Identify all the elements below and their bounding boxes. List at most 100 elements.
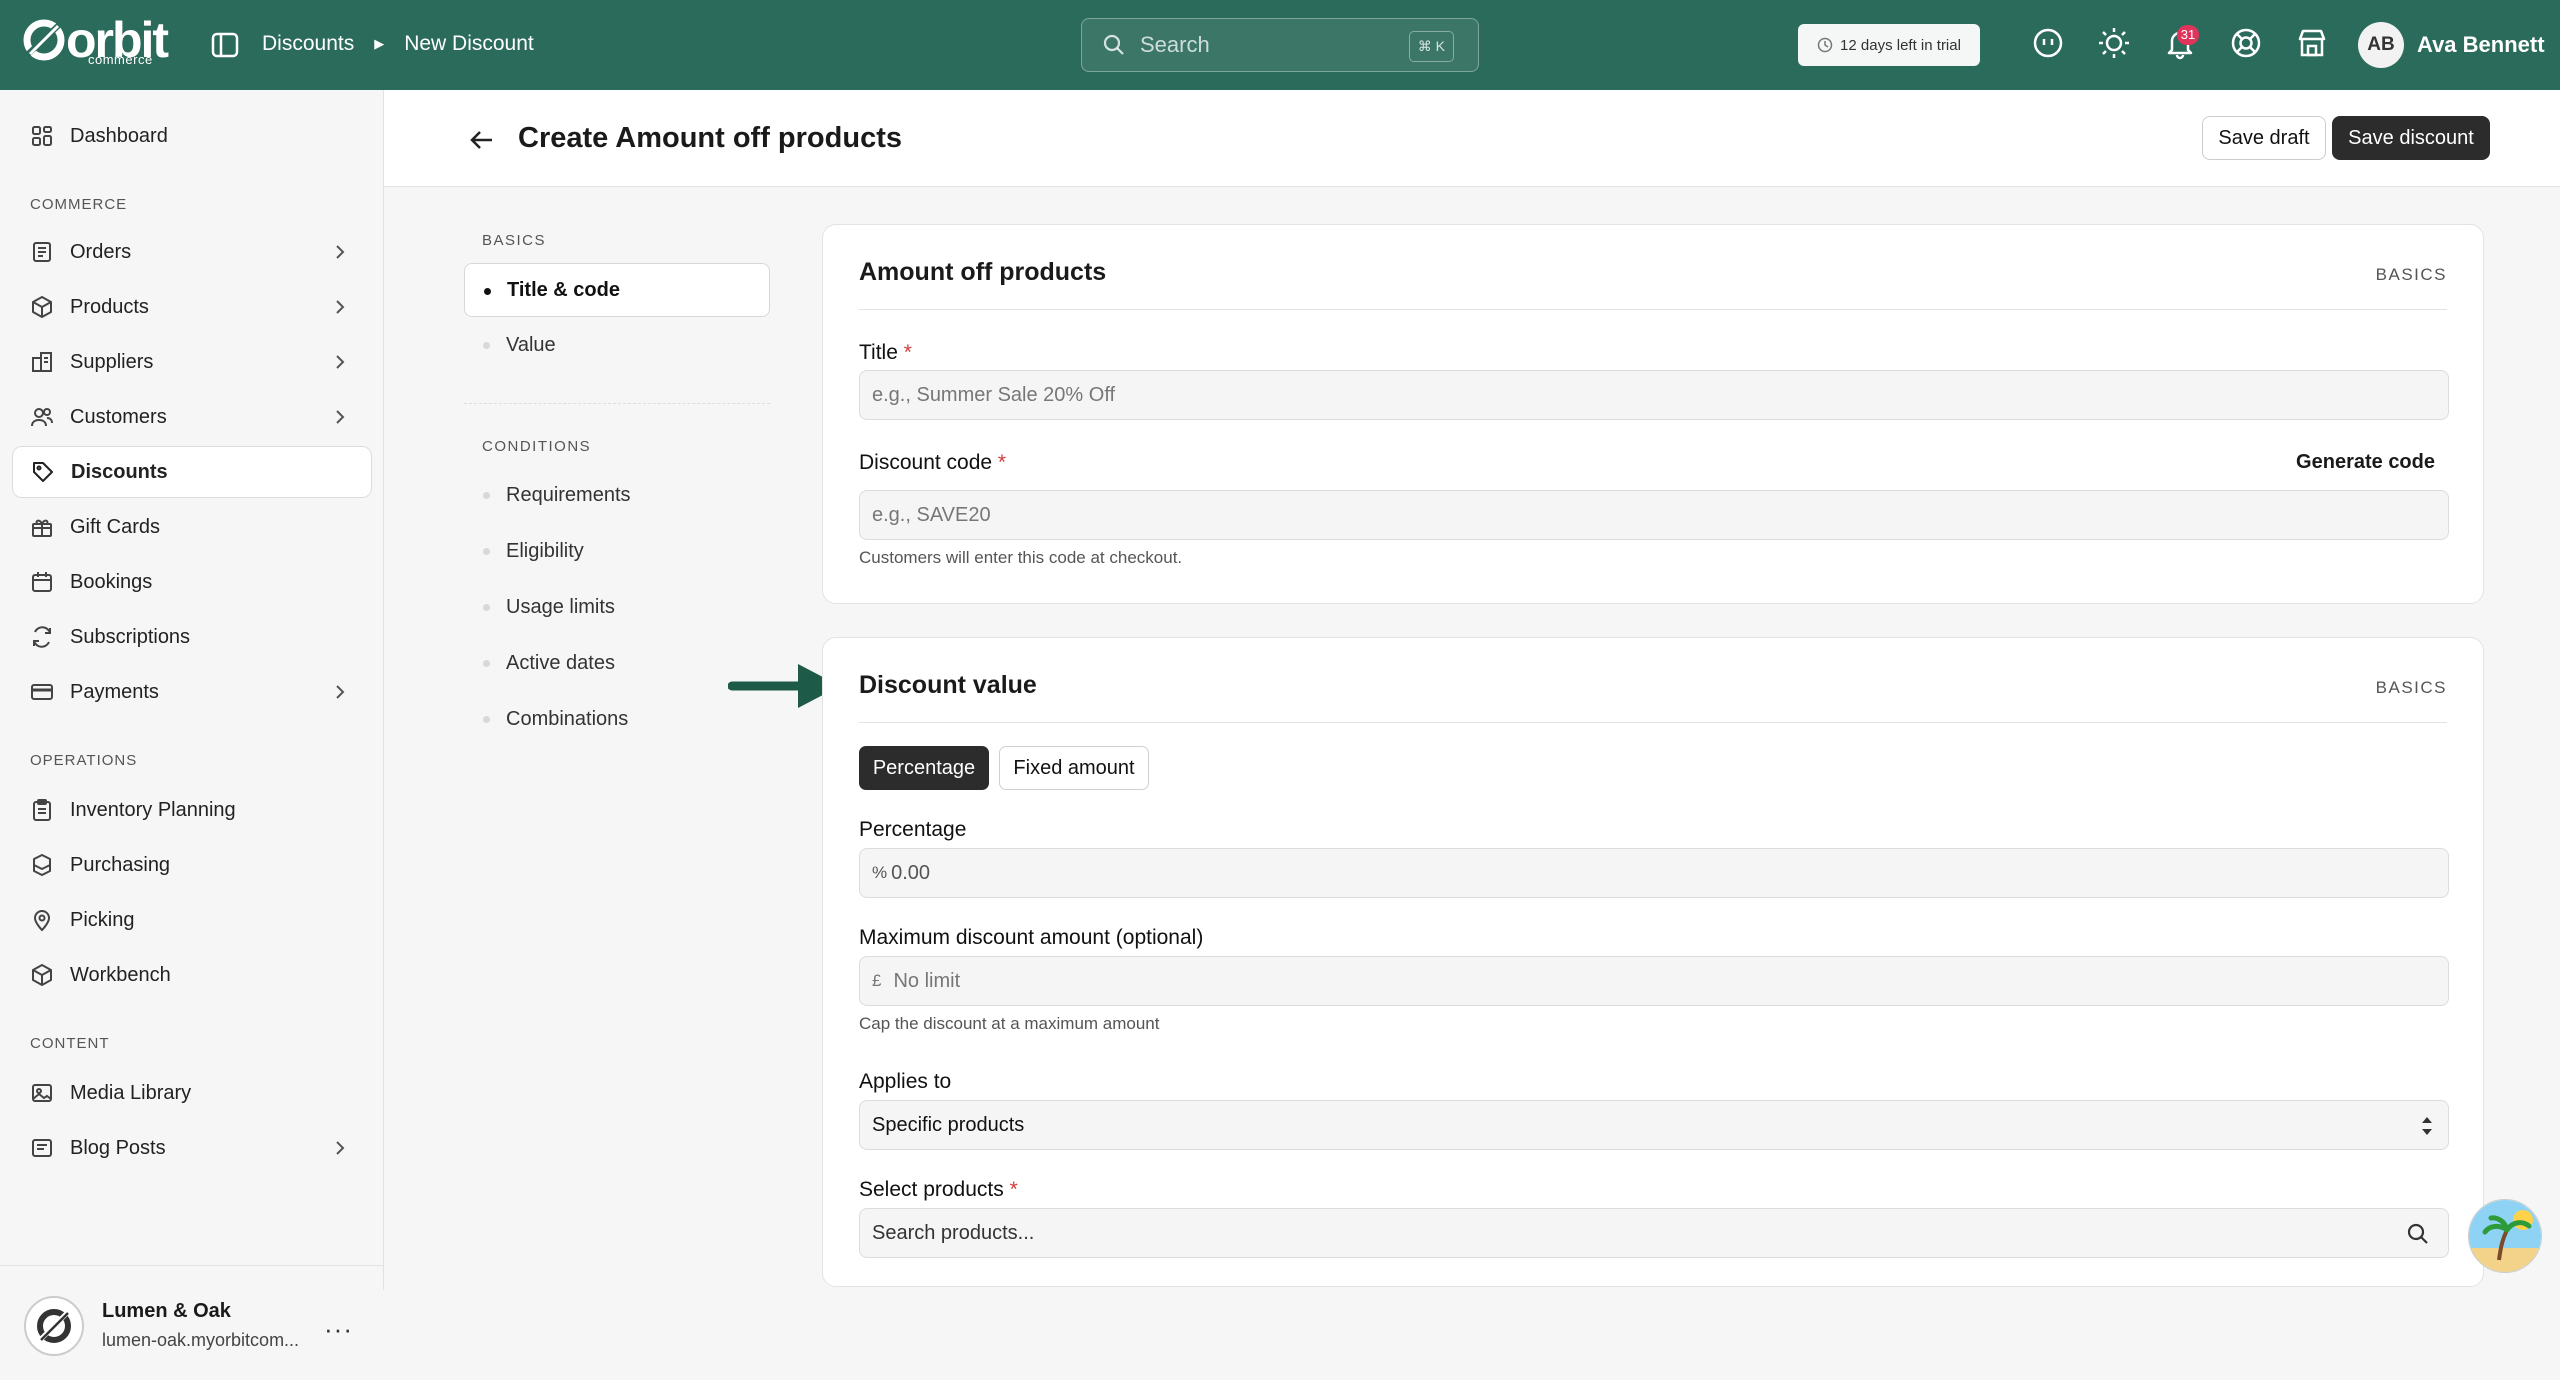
notification-count-badge: 31	[2177, 25, 2199, 45]
theme-sun-icon[interactable]	[2097, 26, 2131, 60]
store-name: Lumen & Oak	[102, 1300, 231, 1322]
clipboard-icon	[33, 799, 51, 821]
sidebar-item-label: Media Library	[70, 1081, 192, 1104]
product-search-field[interactable]: Search products...	[859, 1208, 2449, 1258]
discount-value-card: Discount value BASICS Percentage Fixed a…	[822, 637, 2484, 1287]
section-label-commerce: COMMERCE	[30, 196, 128, 213]
sidebar-item-label: Suppliers	[70, 350, 154, 373]
max-discount-field[interactable]: £ No limit	[859, 956, 2449, 1006]
section-nav-label: Active dates	[506, 651, 615, 674]
card-divider	[859, 309, 2447, 310]
store-icon[interactable]	[2295, 26, 2329, 60]
bullet-icon	[483, 604, 490, 611]
sidebar-item-suppliers[interactable]: Suppliers	[12, 336, 372, 388]
customers-icon	[31, 408, 53, 427]
sidebar-item-customers[interactable]: Customers	[12, 391, 372, 443]
page-header: Create Amount off products Save draft Sa…	[384, 90, 2560, 187]
search-icon	[1103, 34, 1124, 55]
sidebar-item-products[interactable]: Products	[12, 281, 372, 333]
generate-code-button[interactable]: Generate code	[2296, 451, 2435, 474]
select-updown-icon	[2422, 1117, 2432, 1135]
max-discount-label: Maximum discount amount (optional)	[859, 926, 1204, 949]
panel-toggle-icon[interactable]	[210, 30, 240, 60]
search-input[interactable]: Search ⌘ K	[1081, 18, 1479, 72]
section-label-operations: OPERATIONS	[30, 752, 138, 769]
section-nav-title-code[interactable]: Title & code	[464, 263, 770, 317]
percentage-toggle[interactable]: Percentage	[859, 746, 989, 790]
save-discount-button[interactable]: Save discount	[2332, 116, 2490, 160]
beach-avatar-icon	[2469, 1200, 2541, 1272]
percentage-field[interactable]: % 0.00	[859, 848, 2449, 898]
breadcrumb-discounts[interactable]: Discounts	[262, 32, 354, 56]
section-nav-active-dates[interactable]: Active dates	[464, 636, 770, 690]
card-section-tag: BASICS	[2375, 678, 2447, 697]
discount-code-label: Discount code *	[859, 451, 1006, 475]
fixed-amount-toggle[interactable]: Fixed amount	[999, 746, 1149, 790]
title-field[interactable]: e.g., Summer Sale 20% Off	[859, 370, 2449, 420]
section-nav-requirements[interactable]: Requirements	[464, 468, 770, 522]
more-options-icon[interactable]: ···	[324, 1314, 353, 1345]
top-bar: orbit commerce Discounts ▶ New Discount …	[0, 0, 2560, 90]
sidebar-item-payments[interactable]: Payments	[12, 666, 372, 718]
required-marker: *	[1009, 1178, 1018, 1201]
assistant-chat-bubble[interactable]	[2468, 1199, 2542, 1273]
max-discount-help: Cap the discount at a maximum amount	[859, 1014, 1160, 1033]
user-name[interactable]: Ava Bennett	[2417, 32, 2545, 58]
dashboard-icon	[32, 126, 52, 146]
trial-badge[interactable]: 12 days left in trial	[1798, 24, 1980, 66]
sidebar-item-workbench[interactable]: Workbench	[12, 949, 372, 1001]
section-nav-label: Value	[506, 333, 556, 356]
sidebar-item-bookings[interactable]: Bookings	[12, 556, 372, 608]
suppliers-icon	[32, 352, 52, 372]
bullet-icon	[484, 288, 491, 295]
section-nav-value[interactable]: Value	[464, 318, 770, 372]
card-title: Amount off products	[859, 258, 1107, 286]
search-icon	[2407, 1223, 2428, 1244]
sidebar-item-subscriptions[interactable]: Subscriptions	[12, 611, 372, 663]
discount-code-field[interactable]: e.g., SAVE20	[859, 490, 2449, 540]
sidebar-item-picking[interactable]: Picking	[12, 894, 372, 946]
bullet-icon	[483, 492, 490, 499]
section-nav-eligibility[interactable]: Eligibility	[464, 524, 770, 578]
chevron-right-icon	[336, 245, 345, 259]
back-arrow-icon[interactable]	[468, 126, 496, 154]
sidebar-item-gift-cards[interactable]: Gift Cards	[12, 501, 372, 553]
section-nav-combinations[interactable]: Combinations	[464, 692, 770, 746]
sidebar-item-label: Products	[70, 295, 149, 318]
sidebar-item-label: Payments	[70, 680, 159, 703]
sidebar-item-dashboard[interactable]: Dashboard	[12, 110, 372, 162]
applies-to-select[interactable]: Specific products	[859, 1100, 2449, 1150]
avatar[interactable]: AB	[2358, 22, 2404, 68]
sidebar-item-label: Picking	[70, 908, 135, 931]
sidebar-item-blog-posts[interactable]: Blog Posts	[12, 1122, 372, 1174]
sidebar-item-label: Orders	[70, 240, 132, 263]
section-nav-usage-limits[interactable]: Usage limits	[464, 580, 770, 634]
sidebar-item-orders[interactable]: Orders	[12, 226, 372, 278]
store-url: lumen-oak.myorbitcom...	[102, 1330, 300, 1350]
refresh-icon	[33, 626, 51, 648]
assistant-icon[interactable]	[2031, 26, 2065, 60]
sidebar-item-purchasing[interactable]: Purchasing	[12, 839, 372, 891]
save-draft-button[interactable]: Save draft	[2202, 116, 2326, 160]
bullet-icon	[483, 660, 490, 667]
blog-icon	[32, 1139, 52, 1157]
page-title: Create Amount off products	[518, 122, 902, 154]
sidebar-item-inventory-planning[interactable]: Inventory Planning	[12, 784, 372, 836]
clock-icon	[1817, 37, 1833, 53]
image-icon	[32, 1084, 52, 1102]
title-placeholder: e.g., Summer Sale 20% Off	[872, 383, 1116, 406]
label-text: Title	[859, 341, 898, 364]
help-lifebuoy-icon[interactable]	[2229, 26, 2263, 60]
sidebar-item-label: Workbench	[70, 963, 171, 986]
section-nav-label: Title & code	[507, 278, 620, 301]
store-logo-icon	[24, 1296, 84, 1356]
sidebar-item-media-library[interactable]: Media Library	[12, 1067, 372, 1119]
store-switcher[interactable]: Lumen & Oak lumen-oak.myorbitcom... ···	[0, 1265, 384, 1380]
sidebar-item-label: Dashboard	[70, 124, 168, 147]
sidebar-item-label: Inventory Planning	[70, 798, 236, 821]
section-nav-label: Eligibility	[506, 539, 584, 562]
breadcrumb: Discounts ▶ New Discount	[262, 32, 534, 56]
required-marker: *	[903, 341, 912, 364]
sidebar-item-discounts[interactable]: Discounts	[12, 446, 372, 498]
sidebar-item-label: Blog Posts	[70, 1136, 166, 1159]
